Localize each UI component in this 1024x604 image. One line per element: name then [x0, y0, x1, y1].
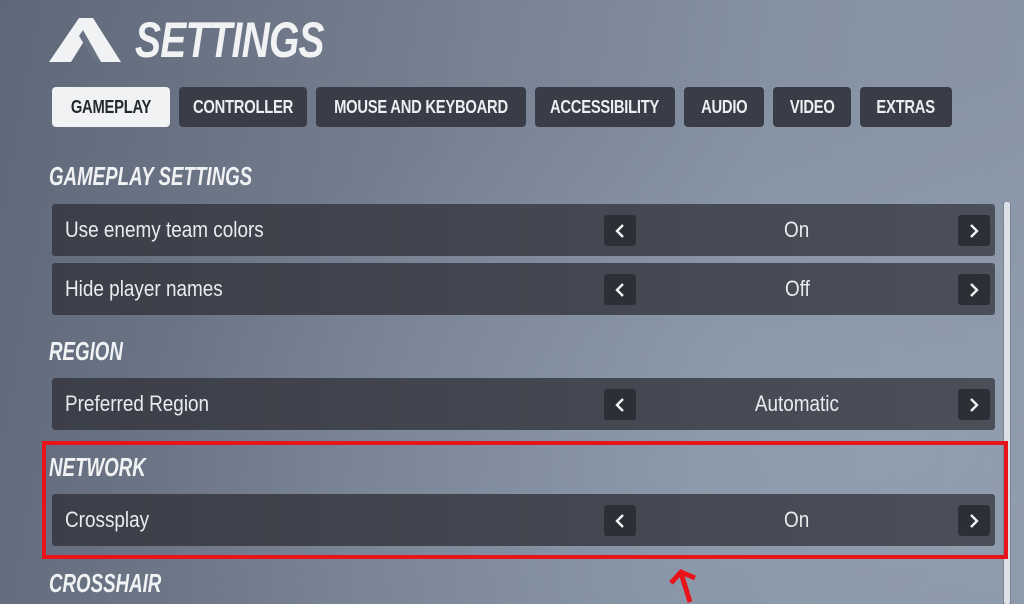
previous-option-button[interactable]	[604, 215, 636, 246]
setting-value-text: Automatic	[754, 391, 840, 416]
chevron-left-icon	[615, 397, 624, 412]
setting-label: Hide player names	[65, 276, 223, 301]
scrollbar-thumb[interactable]	[1004, 202, 1010, 604]
setting-label: Preferred Region	[65, 391, 210, 416]
previous-option-button[interactable]	[604, 389, 636, 420]
setting-value-text: On	[784, 217, 810, 242]
page-title: SETTINGS	[135, 12, 325, 68]
setting-row-hide-player-names: Hide player names Off	[52, 263, 995, 315]
tab-label: MOUSE AND KEYBOARD	[334, 96, 508, 117]
tab-label: GAMEPLAY	[70, 96, 152, 117]
setting-value: Automatic	[636, 391, 958, 417]
tab-gameplay[interactable]: GAMEPLAY	[52, 87, 170, 127]
setting-value: On	[636, 217, 958, 243]
setting-label: Crossplay	[65, 507, 150, 532]
setting-value: On	[636, 507, 958, 533]
annotation-arrow-icon	[669, 569, 696, 603]
chevron-right-icon	[970, 223, 979, 238]
tab-controller[interactable]: CONTROLLER	[179, 87, 307, 127]
chevron-left-icon	[615, 223, 624, 238]
game-logo-icon	[49, 18, 121, 62]
previous-option-button[interactable]	[604, 274, 636, 305]
chevron-left-icon	[615, 513, 624, 528]
setting-value: Off	[636, 276, 958, 302]
setting-value-text: Off	[784, 276, 810, 301]
tab-mouse-and-keyboard[interactable]: MOUSE AND KEYBOARD	[316, 87, 526, 127]
tab-video[interactable]: VIDEO	[773, 87, 851, 127]
tab-audio[interactable]: AUDIO	[684, 87, 764, 127]
tab-label: EXTRAS	[876, 96, 936, 117]
section-title-region: REGION	[49, 336, 123, 366]
chevron-right-icon	[970, 397, 979, 412]
chevron-left-icon	[615, 282, 624, 297]
setting-row-crossplay: Crossplay On	[52, 494, 995, 546]
tab-label: CONTROLLER	[192, 96, 294, 117]
setting-row-preferred-region: Preferred Region Automatic	[52, 378, 995, 430]
chevron-right-icon	[970, 282, 979, 297]
setting-row-use-enemy-team-colors: Use enemy team colors On	[52, 204, 995, 256]
tab-label: AUDIO	[700, 96, 748, 117]
previous-option-button[interactable]	[604, 505, 636, 536]
setting-label: Use enemy team colors	[65, 217, 264, 242]
tab-accessibility[interactable]: ACCESSIBILITY	[535, 87, 675, 127]
next-option-button[interactable]	[958, 389, 990, 420]
header: SETTINGS	[49, 14, 377, 66]
settings-tabs: GAMEPLAY CONTROLLER MOUSE AND KEYBOARD A…	[52, 87, 952, 127]
section-title-gameplay-settings: GAMEPLAY SETTINGS	[49, 161, 253, 191]
tab-extras[interactable]: EXTRAS	[860, 87, 952, 127]
section-title-crosshair: CROSSHAIR	[49, 568, 162, 598]
tab-label: ACCESSIBILITY	[550, 96, 660, 117]
section-title-network: NETWORK	[49, 452, 146, 482]
next-option-button[interactable]	[958, 274, 990, 305]
next-option-button[interactable]	[958, 215, 990, 246]
next-option-button[interactable]	[958, 505, 990, 536]
setting-value-text: On	[784, 507, 810, 532]
chevron-right-icon	[970, 513, 979, 528]
tab-label: VIDEO	[789, 96, 835, 117]
